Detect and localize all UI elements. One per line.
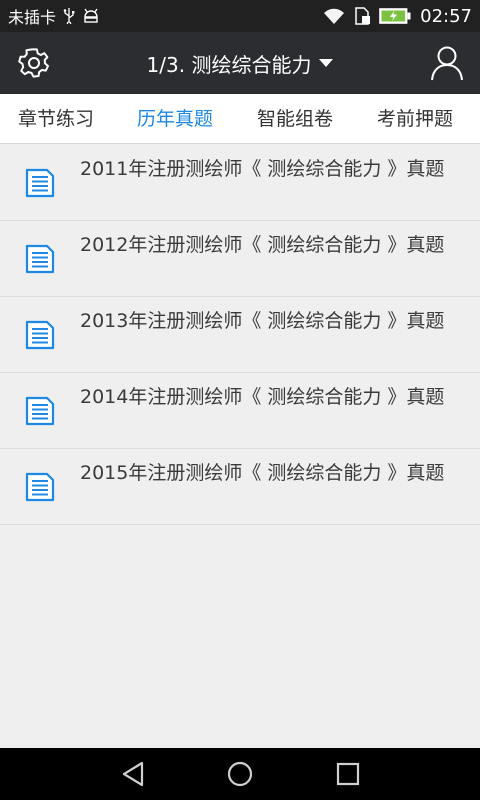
back-button[interactable] — [120, 760, 148, 788]
title-dropdown[interactable]: 1/3. 测绘综合能力 — [0, 32, 480, 94]
list-item-title: 2014年注册测绘师《 测绘综合能力 》真题 — [80, 386, 445, 408]
list-item[interactable]: 2014年注册测绘师《 测绘综合能力 》真题 — [0, 373, 480, 449]
list-item[interactable]: 2011年注册测绘师《 测绘综合能力 》真题 — [0, 145, 480, 221]
android-debug-icon — [82, 8, 100, 24]
list-item[interactable]: 2013年注册测绘师《 测绘综合能力 》真题 — [0, 297, 480, 373]
app-bar: 1/3. 测绘综合能力 — [0, 32, 480, 94]
recents-icon — [336, 762, 360, 786]
caret-down-icon — [319, 59, 334, 67]
document-icon — [25, 396, 55, 426]
document-icon — [25, 320, 55, 350]
status-bar: 未插卡 02:57 — [0, 0, 480, 32]
document-icon — [25, 472, 55, 502]
user-icon — [431, 46, 463, 81]
tab-chapter-practice[interactable]: 章节练习 — [18, 94, 94, 144]
page-title: 1/3. 测绘综合能力 — [146, 52, 312, 77]
tab-smart-paper[interactable]: 智能组卷 — [257, 94, 333, 144]
tab-pre-exam-predictions[interactable]: 考前押题 — [377, 94, 453, 144]
list-item-title: 2011年注册测绘师《 测绘综合能力 》真题 — [80, 158, 445, 180]
list-item-title: 2012年注册测绘师《 测绘综合能力 》真题 — [80, 234, 445, 256]
wifi-icon — [323, 8, 345, 24]
list-item-title: 2013年注册测绘师《 测绘综合能力 》真题 — [80, 310, 445, 332]
usb-icon — [63, 8, 75, 24]
home-button[interactable] — [226, 760, 254, 788]
battery-charging-icon — [379, 8, 411, 24]
status-left: 未插卡 — [8, 4, 100, 28]
document-icon — [25, 168, 55, 198]
sim-icon — [354, 7, 371, 25]
user-button[interactable] — [430, 45, 464, 81]
back-icon — [122, 761, 144, 787]
document-icon — [25, 244, 55, 274]
clock-text: 02:57 — [420, 5, 472, 27]
list-item[interactable]: 2015年注册测绘师《 测绘综合能力 》真题 — [0, 449, 480, 525]
status-right: 02:57 — [323, 6, 472, 27]
list-item-title: 2015年注册测绘师《 测绘综合能力 》真题 — [80, 462, 445, 484]
tab-bar: 章节练习 历年真题 智能组卷 考前押题 — [0, 94, 480, 144]
tab-past-exams[interactable]: 历年真题 — [137, 94, 213, 144]
exam-list: 2011年注册测绘师《 测绘综合能力 》真题 2012年注册测绘师《 测绘综合能… — [0, 145, 480, 525]
system-nav-bar — [0, 748, 480, 800]
carrier-text: 未插卡 — [8, 8, 57, 27]
home-icon — [227, 761, 253, 787]
recents-button[interactable] — [334, 760, 362, 788]
list-item[interactable]: 2012年注册测绘师《 测绘综合能力 》真题 — [0, 221, 480, 297]
